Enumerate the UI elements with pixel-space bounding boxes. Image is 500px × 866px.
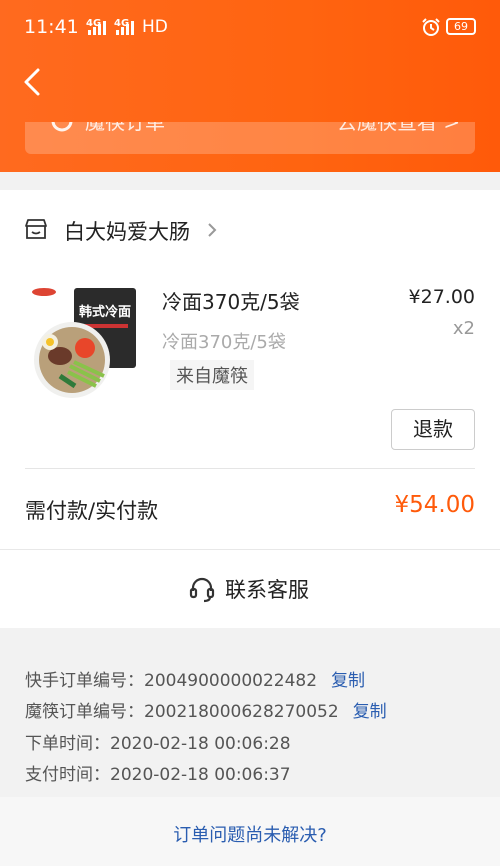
mofang-order-label: 魔筷订单 xyxy=(85,122,165,134)
contact-service-button[interactable]: 联系客服 xyxy=(0,550,500,628)
copy-mofang-button[interactable]: 复制 xyxy=(353,702,387,722)
store-icon xyxy=(25,219,47,239)
signal-bars-icon xyxy=(114,19,136,35)
mofang-order-row: 魔筷订单编号：200218000628270052 复制 xyxy=(25,697,387,722)
footer: 订单问题尚未解决? xyxy=(0,797,500,866)
mofang-order-label: 魔筷订单编号： xyxy=(25,702,144,722)
mofang-view-link[interactable]: 去魔筷查看 > xyxy=(337,122,460,135)
refund-button[interactable]: 退款 xyxy=(391,409,475,450)
payment-amount: ¥54.00 xyxy=(394,492,475,518)
item-sku: 冷面370克/5袋 xyxy=(162,332,286,353)
item-source-tag: 来自魔筷 xyxy=(170,360,254,390)
kuaishou-order-number: 2004900000022482 xyxy=(144,671,318,691)
payment-label: 需付款/实付款 xyxy=(25,499,159,523)
mofang-logo-icon xyxy=(51,122,73,132)
order-card: 白大妈爱大肠 韩式冷面 冷面370克/5袋 冷面370克/5袋 来自魔筷 ¥27… xyxy=(0,190,500,628)
package-title-text: 韩式冷面 xyxy=(79,304,131,320)
store-name: 白大妈爱大肠 xyxy=(64,220,190,244)
item-name: 冷面370克/5袋 xyxy=(162,290,300,314)
battery-icon: 69 xyxy=(446,18,476,35)
order-time-value: 2020-02-18 00:06:28 xyxy=(110,734,291,754)
order-info: 快手订单编号：2004900000022482 复制 魔筷订单编号：2002180… xyxy=(0,648,500,798)
mofang-order-number: 200218000628270052 xyxy=(144,702,339,722)
item-price: ¥27.00 xyxy=(408,286,475,308)
back-arrow-icon[interactable] xyxy=(16,64,52,100)
copy-kuaishou-button[interactable]: 复制 xyxy=(331,671,365,691)
product-thumbnail[interactable]: 韩式冷面 xyxy=(30,286,140,404)
mofang-order-bar[interactable]: 魔筷订单 去魔筷查看 > xyxy=(25,122,475,154)
item-quantity: x2 xyxy=(452,318,475,339)
status-time: 11:41 xyxy=(24,16,79,38)
kuaishou-order-row: 快手订单编号：2004900000022482 复制 xyxy=(25,666,365,691)
alarm-icon xyxy=(422,18,440,36)
kuaishou-order-label: 快手订单编号： xyxy=(25,671,144,691)
order-time-label: 下单时间： xyxy=(25,734,110,754)
contact-service-label: 联系客服 xyxy=(225,578,309,602)
status-bar: 11:41 4G 4G HD 69 xyxy=(0,0,500,56)
order-time-row: 下单时间：2020-02-18 00:06:28 xyxy=(25,729,291,754)
chevron-right-icon xyxy=(208,223,217,237)
divider xyxy=(25,468,475,469)
pay-time-label: 支付时间： xyxy=(25,765,110,785)
headset-icon xyxy=(189,577,215,603)
pay-time-value: 2020-02-18 00:06:37 xyxy=(110,765,291,785)
hd-label: HD xyxy=(142,17,168,37)
header: 11:41 4G 4G HD 69 魔筷订单 去魔筷查看 > xyxy=(0,0,500,172)
pay-time-row: 支付时间：2020-02-18 00:06:37 xyxy=(25,760,291,785)
unresolved-issue-link[interactable]: 订单问题尚未解决? xyxy=(0,821,500,847)
store-row[interactable]: 白大妈爱大肠 xyxy=(0,190,500,270)
signal-bars-icon xyxy=(86,19,108,35)
